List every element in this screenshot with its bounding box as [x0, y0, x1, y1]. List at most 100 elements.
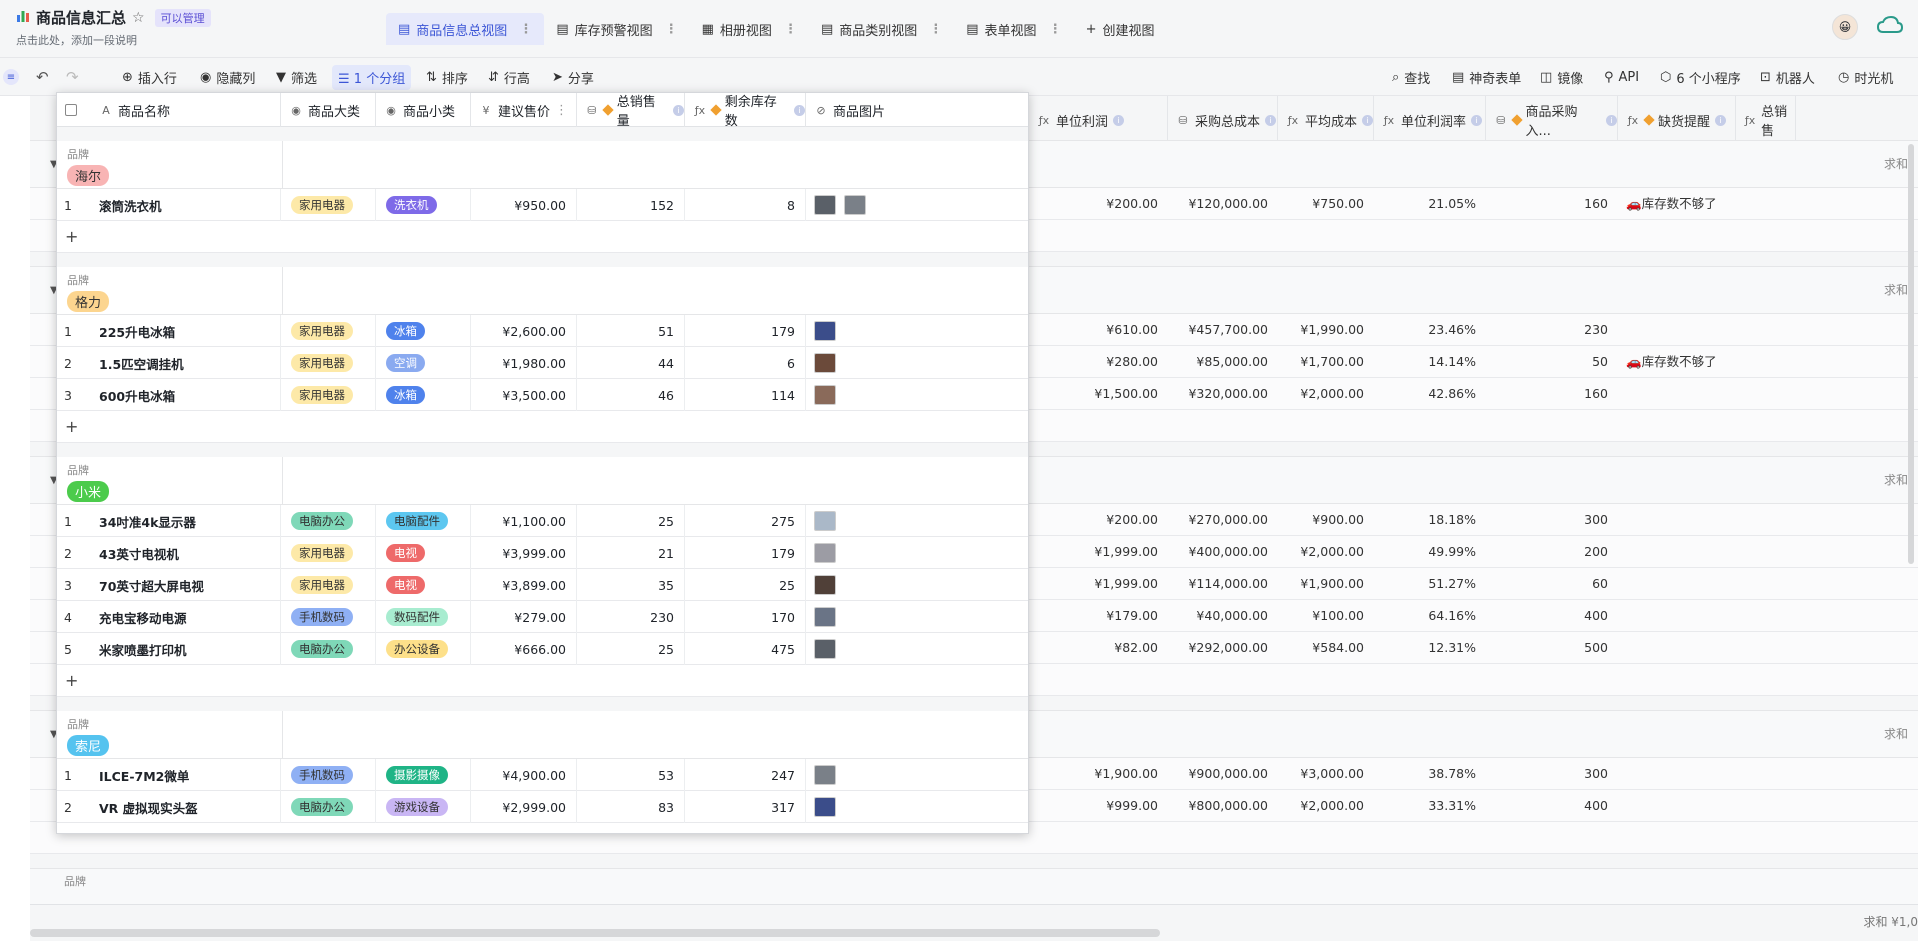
price-cell[interactable]: ¥666.00	[471, 633, 577, 665]
table-row[interactable]: 2 43英寸电视机 家用电器 电视 ¥3,999.00 21 179	[57, 537, 1028, 569]
more-icon[interactable]: ⋮	[665, 22, 678, 37]
rate-cell[interactable]: 38.78%	[1374, 758, 1486, 790]
alert-cell[interactable]	[1618, 790, 1736, 822]
category-cell[interactable]: 家用电器	[281, 569, 376, 601]
avg-cell[interactable]: ¥2,000.00	[1278, 378, 1374, 410]
category-cell[interactable]: 电脑办公	[281, 505, 376, 537]
profit-cell[interactable]: ¥179.00	[1029, 600, 1168, 632]
cost-cell[interactable]: ¥800,000.00	[1168, 790, 1278, 822]
purchase-cell[interactable]: 60	[1486, 568, 1618, 600]
product-name[interactable]: VR 虚拟现实头盔	[91, 791, 281, 823]
stock-cell[interactable]: 317	[685, 791, 806, 823]
cost-cell[interactable]: ¥292,000.00	[1168, 632, 1278, 664]
avatar[interactable]: 😀	[1832, 14, 1858, 40]
column-header-total[interactable]: ƒx 总销售	[1736, 96, 1796, 144]
price-cell[interactable]: ¥950.00	[471, 189, 577, 221]
subcategory-cell[interactable]: 电脑配件	[376, 505, 471, 537]
add-record-row[interactable]: +	[57, 411, 1028, 443]
tab-view-2[interactable]: ▦ 相册视图 ⋮	[690, 13, 809, 45]
price-cell[interactable]: ¥279.00	[471, 601, 577, 633]
time-machine-button[interactable]: ◷ 时光机	[1838, 58, 1893, 96]
rate-cell[interactable]: 51.27%	[1374, 568, 1486, 600]
image-cell[interactable]	[806, 791, 1028, 823]
stock-cell[interactable]: 114	[685, 379, 806, 411]
column-header-cat[interactable]: ◉ 商品大类	[281, 93, 376, 127]
add-record-row[interactable]: +	[57, 665, 1028, 697]
product-image-thumbnail[interactable]	[814, 511, 836, 531]
table-row[interactable]: 1 ILCE-7M2微单 手机数码 摄影摄像 ¥4,900.00 53 247	[57, 759, 1028, 791]
alert-cell[interactable]: 🚗库存数不够了哦	[1618, 188, 1736, 243]
avg-cell[interactable]: ¥1,990.00	[1278, 314, 1374, 346]
info-icon[interactable]: i	[794, 104, 806, 116]
mini-programs-button[interactable]: ⬡ 6 个小程序	[1660, 58, 1741, 96]
product-name[interactable]: 充电宝移动电源	[91, 601, 281, 633]
purchase-cell[interactable]: 200	[1486, 536, 1618, 568]
stock-cell[interactable]: 6	[685, 347, 806, 379]
info-icon[interactable]: i	[673, 104, 684, 116]
category-cell[interactable]: 家用电器	[281, 189, 376, 221]
tab-view-3[interactable]: ▤ 商品类别视图 ⋮	[809, 13, 954, 45]
purchase-cell[interactable]: 400	[1486, 790, 1618, 822]
row-height-button[interactable]: ⇵ 行高	[488, 58, 530, 96]
product-name[interactable]: 600升电冰箱	[91, 379, 281, 411]
price-cell[interactable]: ¥1,100.00	[471, 505, 577, 537]
cost-cell[interactable]: ¥320,000.00	[1168, 378, 1278, 410]
product-image-thumbnail[interactable]	[814, 607, 836, 627]
price-cell[interactable]: ¥3,999.00	[471, 537, 577, 569]
group-header[interactable]: 品牌 格力	[57, 267, 1028, 315]
rate-cell[interactable]: 49.99%	[1374, 536, 1486, 568]
subcategory-cell[interactable]: 办公设备	[376, 633, 471, 665]
category-cell[interactable]: 电脑办公	[281, 633, 376, 665]
stock-cell[interactable]: 25	[685, 569, 806, 601]
stock-cell[interactable]: 275	[685, 505, 806, 537]
category-cell[interactable]: 家用电器	[281, 347, 376, 379]
profit-cell[interactable]: ¥200.00	[1029, 188, 1168, 220]
cost-cell[interactable]: ¥114,000.00	[1168, 568, 1278, 600]
more-icon[interactable]: ⋮	[1049, 22, 1062, 37]
table-row[interactable]: 2 1.5匹空调挂机 家用电器 空调 ¥1,980.00 44 6	[57, 347, 1028, 379]
sort-button[interactable]: ⇅ 排序	[426, 58, 468, 96]
profit-cell[interactable]: ¥1,999.00	[1029, 568, 1168, 600]
tab-view-1[interactable]: ▤ 库存预警视图 ⋮	[544, 13, 689, 45]
product-name[interactable]: 米家喷墨打印机	[91, 633, 281, 665]
image-cell[interactable]	[806, 569, 1028, 601]
column-header-profit[interactable]: ƒx 单位利润 i	[1029, 96, 1168, 144]
product-image-thumbnail[interactable]	[814, 575, 836, 595]
product-name[interactable]: 1.5匹空调挂机	[91, 347, 281, 379]
description-hint[interactable]: 点击此处，添加一段说明	[16, 32, 211, 48]
subcategory-cell[interactable]: 冰箱	[376, 315, 471, 347]
table-row[interactable]: 2 VR 虚拟现实头盔 电脑办公 游戏设备 ¥2,999.00 83 317	[57, 791, 1028, 823]
purchase-cell[interactable]: 160	[1486, 378, 1618, 410]
image-cell[interactable]	[806, 759, 1028, 791]
cost-cell[interactable]: ¥400,000.00	[1168, 536, 1278, 568]
group-header[interactable]: 品牌 索尼	[57, 711, 1028, 759]
sold-cell[interactable]: 21	[577, 537, 685, 569]
profit-cell[interactable]: ¥82.00	[1029, 632, 1168, 664]
info-icon[interactable]: i	[1265, 114, 1277, 126]
select-all-checkbox[interactable]	[65, 104, 77, 116]
table-row[interactable]: 3 70英寸超大屏电视 家用电器 电视 ¥3,899.00 35 25	[57, 569, 1028, 601]
group-button[interactable]: ☰ 1 个分组	[332, 58, 412, 96]
product-name[interactable]: ILCE-7M2微单	[91, 759, 281, 791]
profit-cell[interactable]: ¥1,900.00	[1029, 758, 1168, 790]
sold-cell[interactable]: 83	[577, 791, 685, 823]
info-icon[interactable]: i	[1715, 114, 1727, 126]
column-header-img[interactable]: ⊘ 商品图片	[806, 93, 1028, 127]
image-cell[interactable]	[806, 505, 1028, 537]
column-header-rate[interactable]: ƒx 单位利润率 i	[1374, 96, 1486, 144]
alert-cell[interactable]	[1618, 600, 1736, 632]
product-image-thumbnail[interactable]	[814, 321, 836, 341]
sold-cell[interactable]: 51	[577, 315, 685, 347]
category-cell[interactable]: 家用电器	[281, 315, 376, 347]
image-cell[interactable]	[806, 633, 1028, 665]
column-header-avg[interactable]: ƒx 平均成本 i	[1278, 96, 1374, 144]
purchase-cell[interactable]: 50	[1486, 346, 1618, 378]
alert-cell[interactable]	[1618, 378, 1736, 410]
category-cell[interactable]: 家用电器	[281, 537, 376, 569]
alert-cell[interactable]	[1618, 758, 1736, 790]
category-cell[interactable]: 手机数码	[281, 601, 376, 633]
product-image-thumbnail[interactable]	[814, 385, 836, 405]
subcategory-cell[interactable]: 摄影摄像	[376, 759, 471, 791]
create-view-button[interactable]: + 创建视图	[1074, 13, 1167, 45]
table-row[interactable]: 1 34吋准4k显示器 电脑办公 电脑配件 ¥1,100.00 25 275	[57, 505, 1028, 537]
